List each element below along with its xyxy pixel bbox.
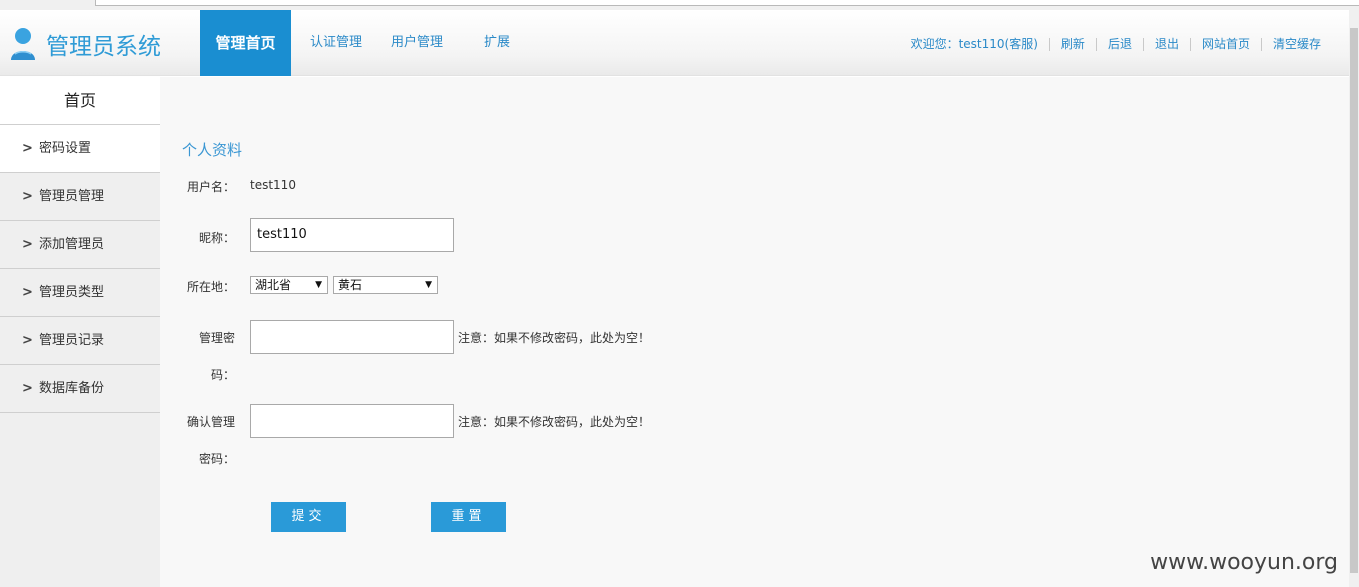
sidebar-item-add-admin[interactable]: > 添加管理员	[0, 221, 160, 269]
page-scrollbar[interactable]	[1349, 10, 1359, 587]
confirm-password-field[interactable]	[250, 404, 454, 438]
nav-home[interactable]: 管理首页	[200, 10, 291, 76]
chevron-right-icon: >	[22, 237, 33, 252]
top-links: 欢迎您：test110(客服) 刷新 后退 退出 网站首页 清空缓存	[900, 35, 1332, 53]
scrollbar-thumb[interactable]	[1350, 28, 1358, 573]
watermark: www.wooyun.org	[1150, 550, 1338, 575]
sidebar: 首页 > 密码设置 > 管理员管理 > 添加管理员 > 管理员类型 > 管理员记录 > 数据…	[0, 77, 160, 587]
confirm-password-label-line2: 密码：	[199, 452, 236, 466]
sidebar-item-label: 管理员记录	[39, 333, 105, 348]
browser-url-strip	[0, 0, 1359, 10]
nickname-field[interactable]: test110	[250, 218, 454, 252]
sidebar-item-label: 数据库备份	[39, 381, 105, 396]
app-logo[interactable]: 管理员系统	[10, 26, 161, 62]
nav-certification[interactable]: 认证管理	[299, 10, 373, 76]
nickname-label: 昵称：	[199, 231, 236, 245]
confirm-password-note: 注意：如果不修改密码，此处为空！	[458, 415, 651, 429]
password-label-line1: 管理密	[199, 331, 236, 345]
reset-button[interactable]: 重置	[431, 502, 506, 532]
city-value: 黄石	[338, 278, 363, 292]
site-home-link[interactable]: 网站首页	[1189, 37, 1261, 51]
back-link[interactable]: 后退	[1095, 37, 1143, 51]
sidebar-item-label: 管理员管理	[39, 189, 105, 204]
top-header: 管理员系统 管理首页 认证管理 用户管理 扩展 欢迎您：test110(客服) …	[0, 10, 1349, 76]
clear-cache-link[interactable]: 清空缓存	[1260, 37, 1332, 51]
main-content: 个人资料 用户名： test110 昵称： test110 所在地： 湖北省 ▼ …	[160, 77, 1349, 587]
password-field[interactable]	[250, 320, 454, 354]
chevron-right-icon: >	[22, 333, 33, 348]
province-select[interactable]: 湖北省 ▼	[250, 276, 328, 294]
sidebar-item-label: 添加管理员	[39, 237, 105, 252]
password-note: 注意：如果不修改密码，此处为空！	[458, 331, 651, 345]
sidebar-item-label: 密码设置	[39, 141, 92, 156]
username-label: 用户名：	[187, 180, 236, 194]
sidebar-item-password-settings[interactable]: > 密码设置	[0, 125, 160, 173]
chevron-right-icon: >	[22, 189, 33, 204]
app-title: 管理员系统	[46, 34, 161, 60]
sidebar-item-database-backup[interactable]: > 数据库备份	[0, 365, 160, 413]
sidebar-item-admin-logs[interactable]: > 管理员记录	[0, 317, 160, 365]
sidebar-item-label: 管理员类型	[39, 285, 105, 300]
dropdown-arrow-icon: ▼	[425, 280, 432, 290]
chevron-right-icon: >	[22, 381, 33, 396]
dropdown-arrow-icon: ▼	[315, 280, 322, 290]
logout-link[interactable]: 退出	[1142, 37, 1190, 51]
chevron-right-icon: >	[22, 285, 33, 300]
province-value: 湖北省	[255, 278, 292, 292]
user-icon	[10, 27, 36, 61]
username-value: test110	[250, 178, 296, 192]
welcome-user-link[interactable]: 欢迎您：test110(客服)	[900, 37, 1049, 51]
confirm-password-label-line1: 确认管理	[187, 415, 236, 429]
browser-url-bar[interactable]	[95, 0, 1359, 6]
location-label: 所在地：	[187, 280, 236, 294]
chevron-right-icon: >	[22, 141, 33, 156]
nav-extensions[interactable]: 扩展	[460, 10, 534, 76]
password-label-line2: 码：	[211, 368, 236, 382]
section-title: 个人资料	[182, 141, 243, 159]
sidebar-item-admin-management[interactable]: > 管理员管理	[0, 173, 160, 221]
city-select[interactable]: 黄石 ▼	[333, 276, 438, 294]
nav-users[interactable]: 用户管理	[380, 10, 454, 76]
submit-button[interactable]: 提交	[271, 502, 346, 532]
refresh-link[interactable]: 刷新	[1048, 37, 1096, 51]
sidebar-home[interactable]: 首页	[0, 77, 160, 125]
sidebar-item-admin-types[interactable]: > 管理员类型	[0, 269, 160, 317]
